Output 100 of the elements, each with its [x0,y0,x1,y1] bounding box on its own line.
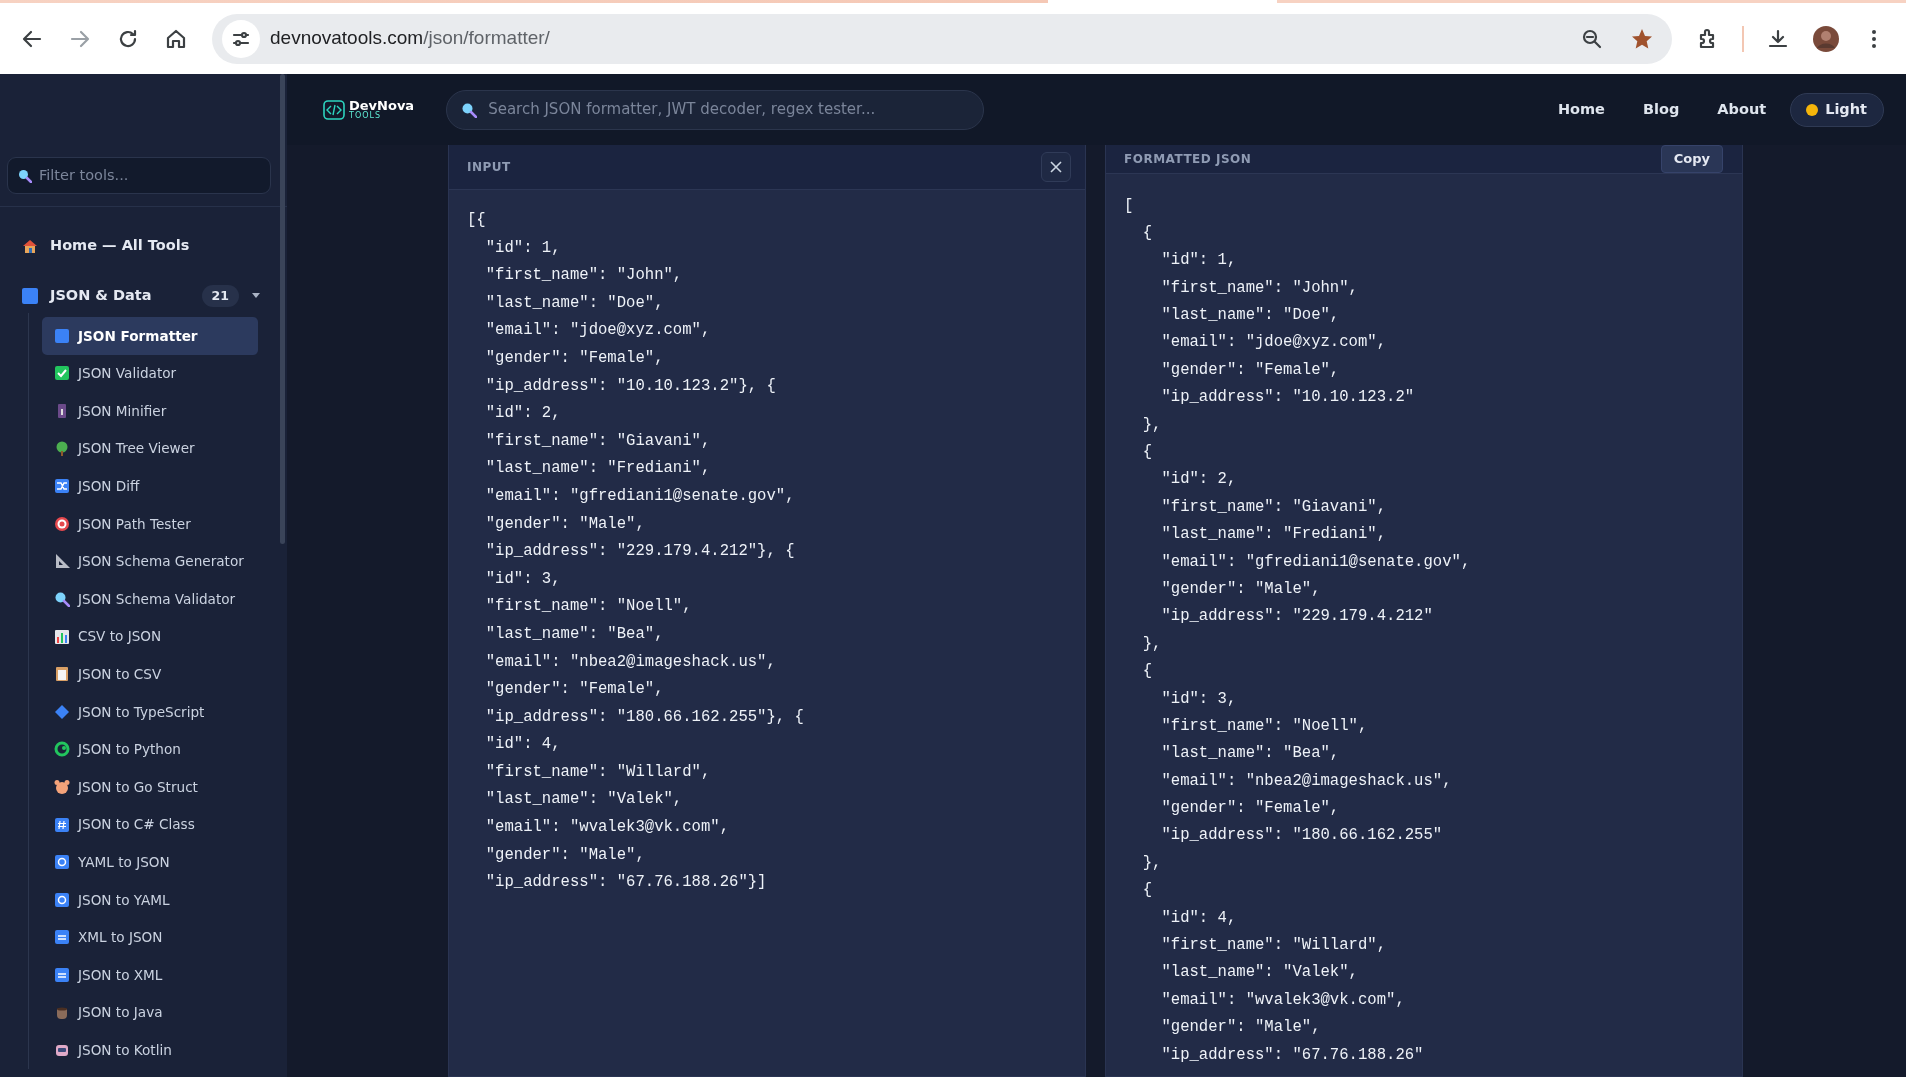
sidebar-item[interactable]: CSV to JSON [42,617,258,656]
search-icon [54,590,70,607]
code-line: "first_name": "Giavani", [1160,496,1388,518]
sidebar-item[interactable]: JSON Minifier [42,392,258,430]
nav-link[interactable]: Blog [1642,98,1680,121]
code-line: "email": "wvalek3@vk.com", [484,817,731,839]
code-line: "email": "nbea2@imageshack.us", [484,651,777,673]
code-line: [{ [467,210,487,231]
code-line: "email": "nbea2@imageshack.us", [1160,770,1453,792]
code-line: "ip_address": "67.76.188.26" [1160,1044,1425,1066]
sidebar-item[interactable]: YAML to JSON [42,843,258,881]
panel-title: INPUT [467,159,511,176]
code-line: "last_name": "Doe", [1160,305,1341,327]
diamond-icon [54,703,70,720]
code-line: "gender": "Male", [1160,1017,1322,1039]
filter-field[interactable]: Filter tools... [7,157,271,194]
square-icon [54,327,70,344]
code-line: "email": "gfrediani1@senate.gov", [1160,551,1472,573]
tree-icon [54,440,70,457]
code-line: "first_name": "Noell", [484,596,693,618]
category-toggle[interactable]: JSON & Data 21 [0,279,287,313]
code-line: "last_name": "Valek", [484,789,684,811]
code-line: "first_name": "Willard", [484,761,712,783]
target-icon [54,515,70,532]
bar-chart-icon [54,628,70,645]
copy-button[interactable]: Copy [1660,145,1723,173]
square-icon [22,288,38,304]
code-line: "last_name": "Bea", [484,623,665,645]
code-line: { [1141,880,1154,902]
code-line: "first_name": "Noell", [1160,715,1369,737]
sidebar-item[interactable]: JSON Tree Viewer [42,429,258,468]
code-line: "first_name": "John", [1160,277,1359,299]
code-line: "email": "jdoe@xyz.com", [484,320,712,342]
sidebar-item[interactable]: JSON to Python [42,730,258,769]
code-line: { [1141,661,1154,683]
theme-button[interactable]: Light [1790,92,1884,127]
code-line: "ip_address": "229.179.4.212" [1160,606,1434,628]
sidebar-item[interactable]: JSON Diff [42,467,258,505]
sidebar-item[interactable]: JSON to Kotlin [42,1031,258,1069]
code-line: "gender": "Female", [1160,798,1341,820]
code-line: "gender": "Male", [1160,578,1322,600]
code-line: "last_name": "Valek", [1160,962,1359,984]
sidebar-item[interactable]: JSON to XML [42,956,258,994]
panel-title: FORMATTED JSON [1124,150,1252,168]
code-line: "email": "gfrediani1@senate.gov", [484,485,796,507]
search-icon [461,101,478,118]
logo[interactable]: DevNova TOOLS [323,99,415,120]
code-line: "gender": "Male", [484,513,646,535]
clipboard-icon [54,666,70,683]
code-icon [323,99,345,120]
sidebar-item[interactable]: JSON to Java [42,993,258,1032]
menu-icon [1872,29,1876,48]
sidebar-item[interactable]: JSON Path Tester [42,504,258,543]
logo-subtitle: TOOLS [349,112,381,120]
avatar-icon [1812,24,1840,53]
sidebar-item[interactable]: XML to JSON [42,918,258,957]
search-field[interactable]: Search JSON formatter, JWT decoder, regex tester... [446,89,985,130]
checkbox-icon [54,365,70,382]
house-icon [22,238,38,254]
sidebar-item[interactable]: JSON to YAML [42,880,258,919]
sidebar-item[interactable]: JSON to CSV [42,655,258,693]
sidebar-item[interactable]: JSON Schema Validator [42,580,258,618]
code-line: "ip_address": "229.179.4.212"}, { [484,541,796,563]
code-line: "ip_address": "67.76.188.26"}] [484,872,768,894]
hash-icon [54,816,70,833]
close-icon [1049,160,1063,174]
nav-link[interactable]: About [1717,98,1767,121]
sidebar-item[interactable]: JSON to C# Class [42,805,258,844]
sidebar-item[interactable]: JSON Formatter [42,317,258,355]
code-line: "last_name": "Frediani", [1160,524,1388,546]
code-line: "id": 3, [484,568,562,590]
code-line: "email": "jdoe@xyz.com", [1160,332,1388,354]
search-icon [18,168,32,183]
site-info-button[interactable] [222,19,260,58]
code-line: }, [1141,633,1163,655]
logo-text: DevNova [349,99,415,112]
sidebar-item[interactable]: JSON Schema Generator [42,542,258,581]
scrollbar[interactable] [280,74,285,544]
home-link[interactable]: Home — All Tools [0,231,287,261]
category-label: JSON & Data [50,286,152,306]
code-line: "id": 1, [1160,250,1238,272]
code-line: "ip_address": "180.66.162.255"}, { [484,706,805,728]
sidebar-item[interactable]: JSON to Go Struct [42,768,258,806]
clear-button[interactable] [1041,152,1071,182]
code-line: }, [1141,414,1163,436]
nav-link[interactable]: Home [1557,98,1605,121]
code-line: "first_name": "John", [484,265,684,287]
code-line: "gender": "Male", [484,844,646,866]
code-line: "ip_address": "10.10.123.2" [1160,387,1416,409]
code-line: "id": 3, [1160,688,1238,710]
code-line: "email": "wvalek3@vk.com", [1160,989,1406,1011]
code-line: "first_name": "Giavani", [484,430,712,452]
code-line: { [1141,222,1154,244]
shuffle-icon [54,478,70,495]
code-line: [ [1124,195,1135,217]
code-line: "id": 4, [1160,907,1238,929]
sidebar-item[interactable]: JSON Validator [42,354,258,393]
sidebar-item[interactable]: JSON to TypeScript [42,692,258,731]
code-line: }, [1141,852,1163,874]
code-line: "last_name": "Bea", [1160,743,1341,765]
